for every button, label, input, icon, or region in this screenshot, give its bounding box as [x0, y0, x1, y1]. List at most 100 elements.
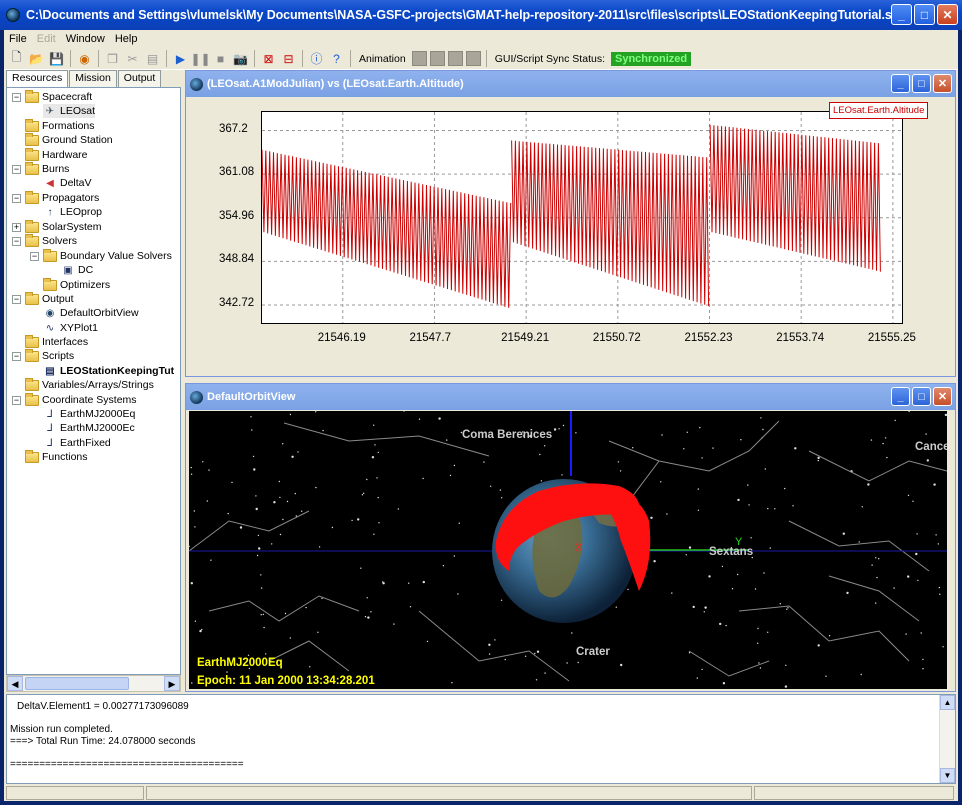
child-maximize-button[interactable]: □ [912, 387, 931, 406]
star [309, 666, 311, 668]
tree-item-formations[interactable]: Formations [25, 118, 95, 133]
tree-item-deltav[interactable]: ◀ DeltaV [43, 176, 91, 190]
star [757, 642, 759, 644]
tab-output[interactable]: Output [117, 70, 162, 87]
child-close-button[interactable]: ✕ [933, 387, 952, 406]
tree-item-scripts[interactable]: Scripts [25, 348, 75, 363]
tree-label: SolarSystem [42, 221, 102, 233]
collapse-toggle[interactable]: − [12, 396, 21, 405]
collapse-toggle[interactable]: − [12, 237, 21, 246]
tree-item-interfaces[interactable]: Interfaces [25, 334, 88, 349]
y-tick-label: 367.2 [219, 122, 248, 135]
tree-item-dc[interactable]: ▣ DC [61, 263, 93, 277]
scroll-down-icon[interactable]: ▼ [940, 768, 955, 783]
child-minimize-button[interactable]: _ [891, 387, 910, 406]
collapse-toggle[interactable]: − [12, 352, 21, 361]
tree-item-earthmj2000eq[interactable]: ⅃ EarthMJ2000Eq [43, 407, 135, 421]
close-all-icon[interactable]: ⊠ [260, 50, 277, 67]
tree-item-output[interactable]: Output [25, 291, 74, 306]
copy-icon[interactable]: ❐ [104, 50, 121, 67]
tree-item-leoprop[interactable]: ↑ LEOprop [43, 205, 103, 219]
tree-item-earthmj2000ec[interactable]: ⅃ EarthMJ2000Ec [43, 421, 135, 435]
star [318, 546, 321, 548]
star [190, 582, 193, 585]
star [393, 623, 395, 625]
close-button[interactable]: ✕ [937, 4, 958, 25]
animation-play-button[interactable] [411, 51, 427, 66]
tree-item-variables[interactable]: Variables/Arrays/Strings [25, 377, 154, 392]
scroll-left-icon[interactable]: ◀ [7, 676, 23, 691]
collapse-toggle[interactable]: − [30, 252, 39, 261]
tree-item-boundary-value-solvers[interactable]: Boundary Value Solvers [43, 248, 172, 263]
pause-icon[interactable]: ❚❚ [190, 50, 210, 67]
animation-faster-button[interactable] [447, 51, 463, 66]
message-console[interactable]: DeltaV.Element1 = 0.00277173096089 Missi… [6, 694, 956, 784]
scrollbar-thumb[interactable] [25, 677, 129, 690]
tree-item-ground-station[interactable]: Ground Station [25, 132, 113, 147]
scroll-right-icon[interactable]: ▶ [164, 676, 180, 691]
child-maximize-button[interactable]: □ [912, 74, 931, 93]
animation-slower-button[interactable] [465, 51, 481, 66]
tree-item-coordinate-systems[interactable]: Coordinate Systems [25, 392, 137, 407]
tree-item-propagators[interactable]: Propagators [25, 190, 99, 205]
tree-horizontal-scrollbar[interactable]: ◀ ▶ [6, 675, 181, 692]
tree-item-optimizers[interactable]: Optimizers [43, 277, 110, 292]
collapse-toggle[interactable]: − [12, 165, 21, 174]
xyplot-window: (LEOsat.A1ModJulian) vs (LEOsat.Earth.Al… [185, 70, 956, 377]
y-tick-label: 354.96 [219, 209, 255, 222]
minimize-button[interactable]: _ [891, 4, 912, 25]
menu-window[interactable]: Window [61, 33, 110, 45]
star [935, 534, 937, 536]
help-icon[interactable]: ? [328, 50, 345, 67]
tree-item-xyplot1[interactable]: ∿ XYPlot1 [43, 321, 98, 335]
orbit-view-titlebar: DefaultOrbitView _ □ ✕ [186, 384, 955, 410]
collapse-toggle[interactable]: − [12, 93, 21, 102]
star [458, 522, 460, 524]
star [279, 496, 281, 499]
tab-mission[interactable]: Mission [69, 70, 117, 87]
tree-item-solvers[interactable]: Solvers [25, 233, 77, 248]
console-vertical-scrollbar[interactable]: ▲ ▼ [939, 695, 955, 783]
toolbar: 🗋 📂 💾 ◉ ❐ ✂ ▤ ▶ ❚❚ ■ 📷 ⊠ ⊟ ⓘ ? Animation… [4, 48, 958, 70]
star [886, 456, 888, 459]
paste-icon[interactable]: ▤ [144, 50, 161, 67]
folder-icon [25, 334, 39, 348]
open-folder-icon[interactable]: 📂 [28, 50, 45, 67]
child-close-button[interactable]: ✕ [933, 74, 952, 93]
save-icon[interactable]: 💾 [48, 50, 65, 67]
tree-item-defaultorbitview[interactable]: ◉ DefaultOrbitView [43, 306, 139, 320]
animation-stop-button[interactable] [429, 51, 445, 66]
tree-item-solarsystem[interactable]: SolarSystem [25, 219, 102, 234]
menu-file[interactable]: File [4, 33, 32, 45]
scroll-up-icon[interactable]: ▲ [940, 695, 955, 710]
info-icon[interactable]: ⓘ [308, 50, 325, 67]
star [784, 685, 788, 688]
collapse-toggle[interactable]: − [12, 194, 21, 203]
maximize-button[interactable]: □ [914, 4, 935, 25]
tree-item-burns[interactable]: Burns [25, 161, 69, 176]
script-icon[interactable]: ◉ [76, 50, 93, 67]
collapse-toggle[interactable]: − [12, 295, 21, 304]
run-icon[interactable]: ▶ [172, 50, 189, 67]
star [757, 627, 759, 630]
tree-item-spacecraft[interactable]: Spacecraft [25, 89, 92, 104]
close-child-icon[interactable]: ⊟ [280, 50, 297, 67]
expand-toggle[interactable]: + [12, 223, 21, 232]
tree-item-functions[interactable]: Functions [25, 449, 88, 464]
menu-edit[interactable]: Edit [32, 33, 61, 45]
tree-item-script-file[interactable]: ▤ LEOStationKeepingTut [43, 364, 174, 378]
orbit-view-canvas[interactable]: X Y Coma Berenices Cancer Sextans Crater… [189, 411, 947, 689]
tree-label: Scripts [42, 350, 75, 362]
child-minimize-button[interactable]: _ [891, 74, 910, 93]
tree-item-hardware[interactable]: Hardware [25, 147, 88, 162]
tree-item-earthfixed[interactable]: ⅃ EarthFixed [43, 436, 111, 450]
tree-item-leosat[interactable]: ✈ LEOsat [43, 104, 96, 118]
tab-resources[interactable]: Resources [6, 70, 69, 87]
menu-help[interactable]: Help [110, 33, 143, 45]
stop-icon[interactable]: ■ [212, 50, 229, 67]
cut-icon[interactable]: ✂ [124, 50, 141, 67]
star [704, 606, 707, 609]
plot-area [261, 111, 903, 324]
screenshot-icon[interactable]: 📷 [232, 50, 249, 67]
new-file-icon[interactable]: 🗋 [8, 50, 25, 67]
